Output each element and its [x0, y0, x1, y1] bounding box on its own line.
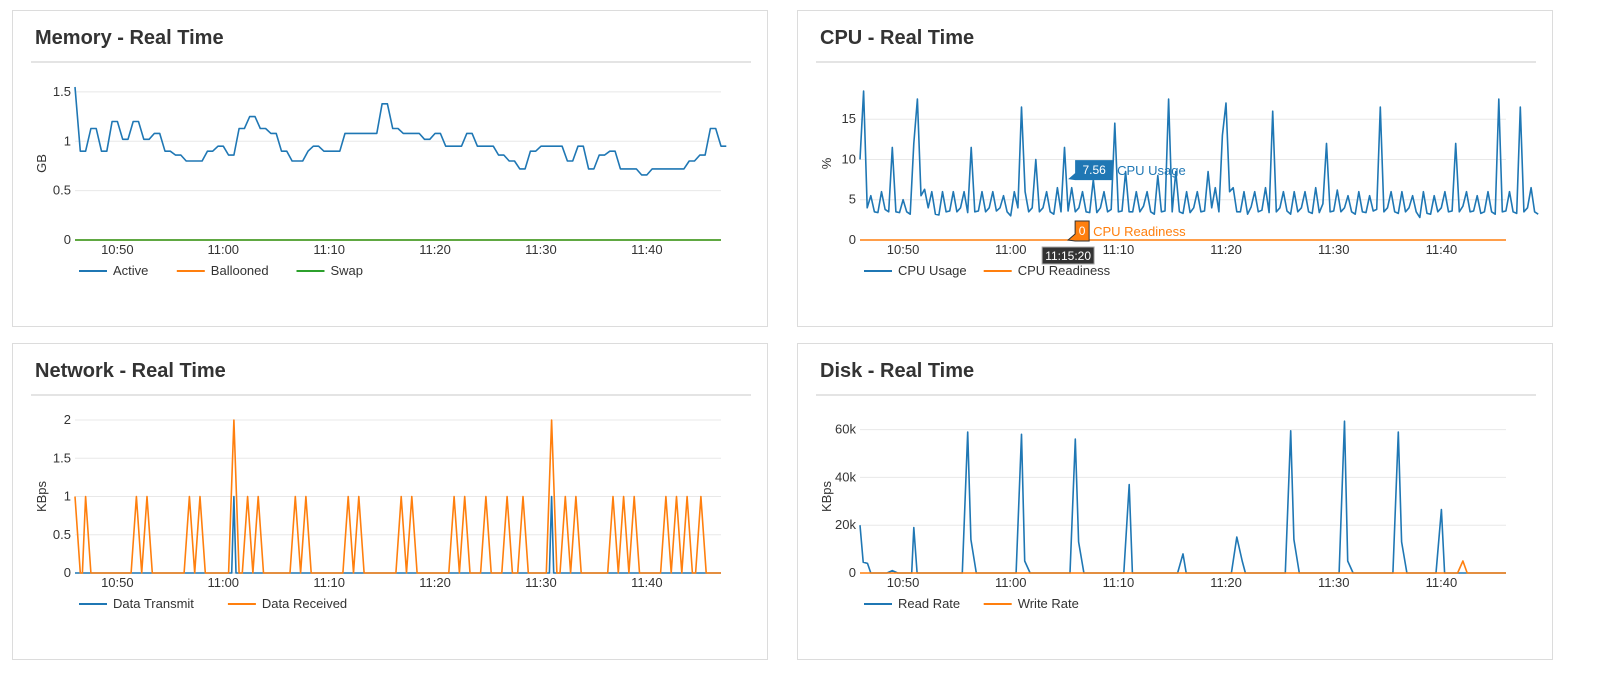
x-tick-label: 11:30 [1318, 242, 1350, 257]
tooltip-label: CPU Readiness [1093, 224, 1186, 239]
legend-label: Data Received [262, 596, 347, 611]
x-tick-label: 11:30 [1318, 575, 1350, 590]
tooltip-marker: 7.56 CPU Usage [1068, 160, 1186, 181]
x-tick-label: 10:50 [887, 242, 920, 257]
y-tick-label: 0 [64, 565, 71, 580]
legend-label: Write Rate [1018, 596, 1079, 611]
y-tick-label: 1 [64, 489, 71, 504]
y-tick-label: 10 [842, 151, 856, 166]
x-tick-label: 11:20 [1210, 575, 1242, 590]
series-line-cpu-usage [859, 90, 1539, 219]
legend-label: Ballooned [211, 263, 269, 278]
x-tick-label: 11:00 [995, 575, 1027, 590]
y-tick-label: 0 [64, 232, 71, 247]
tooltip-marker: 0 CPU Readiness [1066, 220, 1186, 242]
y-tick-label: 1.5 [53, 450, 71, 465]
y-tick-label: 5 [849, 192, 856, 207]
disk-panel: Disk - Real Time 0 20k 40k 60k KBps 10:50 11:0… [797, 343, 1553, 660]
x-tick-label: 11:40 [631, 575, 663, 590]
y-tick-label: 2 [64, 412, 71, 427]
legend-label: Data Transmit [113, 596, 194, 611]
memory-panel: Memory - Real Time 0 0.5 1 1.5 GB 10:50 11:00 1… [12, 10, 768, 327]
y-axis-label: % [819, 157, 834, 169]
x-tick-label: 10:50 [887, 575, 920, 590]
network-panel: Network - Real Time 0 0.5 1 1.5 2 KBps 10:50 11… [12, 343, 768, 660]
x-tick-label: 10:50 [101, 242, 134, 257]
y-tick-label: 0 [849, 565, 856, 580]
cpu-panel: CPU - Real Time 0 5 10 15% 10:50 11:00 11:10 11… [797, 10, 1553, 327]
network-chart: 0 0.5 1 1.5 2 KBps 10:50 11:00 11:10 11:20 11:30 11… [34, 412, 721, 611]
y-tick-label: 20k [835, 517, 856, 532]
y-tick-label: 0 [849, 232, 856, 247]
x-tick-label: 10:50 [101, 575, 134, 590]
y-tick-label: 60k [835, 422, 856, 437]
y-tick-label: 1.5 [53, 84, 71, 99]
x-tick-label: 11:40 [1426, 575, 1458, 590]
y-axis-label: GB [34, 154, 49, 173]
x-tick-label: 11:10 [313, 242, 345, 257]
x-tick-label: 11:40 [631, 242, 663, 257]
x-tick-label: 11:30 [525, 242, 557, 257]
x-tick-label: 11:10 [1103, 242, 1135, 257]
legend-label: Read Rate [898, 596, 960, 611]
tooltip-value: 0 [1079, 224, 1086, 238]
disk-chart: 0 20k 40k 60k KBps 10:50 11:00 11:10 11:20 11:30 1… [819, 420, 1506, 611]
legend-label: CPU Readiness [1018, 263, 1111, 278]
x-tick-label: 11:00 [995, 242, 1027, 257]
y-tick-label: 15 [842, 111, 856, 126]
series-line-read-rate [859, 420, 1506, 574]
tooltip-time: 11:15:20 [1045, 249, 1091, 263]
y-axis-label: KBps [819, 480, 834, 512]
tooltip-value: 7.56 [1082, 163, 1106, 177]
x-tick-label: 11:40 [1426, 242, 1458, 257]
x-tick-label: 11:20 [419, 575, 451, 590]
x-tick-label: 11:20 [419, 242, 451, 257]
y-axis-label: KBps [34, 480, 49, 512]
tooltip-label: CPU Usage [1117, 163, 1186, 178]
cpu-chart: 0 5 10 15% 10:50 11:00 11:10 11:20 11:30 11:40 CPU… [819, 90, 1539, 278]
y-tick-label: 40k [835, 469, 856, 484]
y-tick-label: 0.5 [53, 527, 71, 542]
series-line-write-rate [860, 560, 1506, 574]
x-tick-label: 11:30 [525, 575, 557, 590]
legend-label: Active [113, 263, 148, 278]
series-line-active [74, 86, 727, 176]
x-tick-label: 11:00 [207, 575, 239, 590]
y-tick-label: 0.5 [53, 183, 71, 198]
legend-label: Swap [331, 263, 364, 278]
x-tick-label: 11:20 [1210, 242, 1242, 257]
memory-chart: 0 0.5 1 1.5 GB 10:50 11:00 11:10 11:20 11:30 11:40… [34, 84, 727, 278]
y-tick-label: 1 [64, 133, 71, 148]
x-tick-label: 11:00 [207, 242, 239, 257]
legend-label: CPU Usage [898, 263, 967, 278]
x-tick-label: 11:10 [1103, 575, 1135, 590]
x-tick-label: 11:10 [313, 575, 345, 590]
